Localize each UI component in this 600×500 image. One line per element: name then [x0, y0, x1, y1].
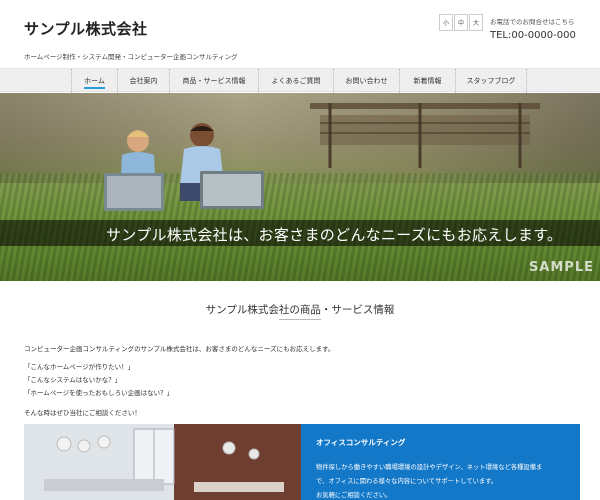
hero-caption: サンプル株式会社は、お客さまのどんなニーズにもお応えします。	[106, 226, 563, 244]
office-interior-illustration	[24, 424, 301, 500]
hero-banner: サンプル株式会社は、お客さまのどんなニーズにもお応えします。 SAMPLE	[0, 93, 600, 281]
nav-item-news[interactable]: 新着情報	[400, 69, 456, 93]
section-title-underline	[279, 319, 321, 320]
hero-children-illustration	[104, 123, 264, 211]
feature-description-line: で、オフィスに関わる様々な内容についてサポートしています。	[316, 478, 498, 485]
feature-description-line: 物件探しから働きやすい職場環境の設計やデザイン、ネット環境など各種設備ま	[316, 464, 543, 471]
site-title[interactable]: サンプル株式会社	[24, 18, 148, 39]
nav-item-home[interactable]: ホーム	[72, 69, 118, 93]
nav-item-blog[interactable]: スタッフブログ	[456, 69, 527, 93]
font-size-switch: 小 中 大	[439, 14, 484, 31]
contact-tel[interactable]: TEL:00-0000-000	[490, 30, 576, 41]
site-tagline: ホームページ制作・システム開発・コンピューター企画コンサルティング	[24, 53, 238, 61]
closing-text: そんな時はぜひ当社にご相談ください！	[24, 409, 141, 417]
section-title: サンプル株式会社の商品・サービス情報	[205, 304, 395, 316]
feature-info-panel: オフィスコンサルティング 物件探しから働きやすい職場環境の設計やデザイン、ネット…	[301, 424, 580, 500]
nav-item-products[interactable]: 商品・サービス情報	[170, 69, 259, 93]
nav-item-contact[interactable]: お問い合わせ	[334, 69, 400, 93]
hero-watermark: SAMPLE	[528, 260, 594, 275]
site-header: サンプル株式会社 ホームページ制作・システム開発・コンピューター企画コンサルティ…	[0, 0, 600, 68]
font-size-large-button[interactable]: 大	[469, 14, 483, 31]
quote-line: 「ホームページを使ったおもしろい企画はない？」	[24, 389, 174, 397]
nav-item-company[interactable]: 会社案内	[118, 69, 170, 93]
feature-office-consulting[interactable]: オフィスコンサルティング 物件探しから働きやすい職場環境の設計やデザイン、ネット…	[24, 424, 580, 500]
font-size-medium-button[interactable]: 中	[454, 14, 468, 31]
contact-label: お電話でのお問合せはこちら	[490, 18, 575, 26]
feature-description-line: お気軽にご相談ください。	[316, 492, 392, 499]
intro-text: コンピューター企画コンサルティングのサンプル株式会社は、お客さまのどんなニーズに…	[24, 345, 335, 353]
global-nav: ホーム 会社案内 商品・サービス情報 よくあるご質問 お問い合わせ 新着情報 ス…	[0, 68, 600, 93]
quote-line: 「こんなホームページが作りたい！」	[24, 363, 135, 371]
font-size-small-button[interactable]: 小	[439, 14, 453, 31]
nav-item-faq[interactable]: よくあるご質問	[259, 69, 334, 93]
feature-office-image	[24, 424, 301, 500]
quote-line: 「こんなシステムはないかな？」	[24, 376, 122, 384]
hero-shed-illustration	[310, 103, 540, 168]
feature-title[interactable]: オフィスコンサルティング	[316, 437, 405, 448]
